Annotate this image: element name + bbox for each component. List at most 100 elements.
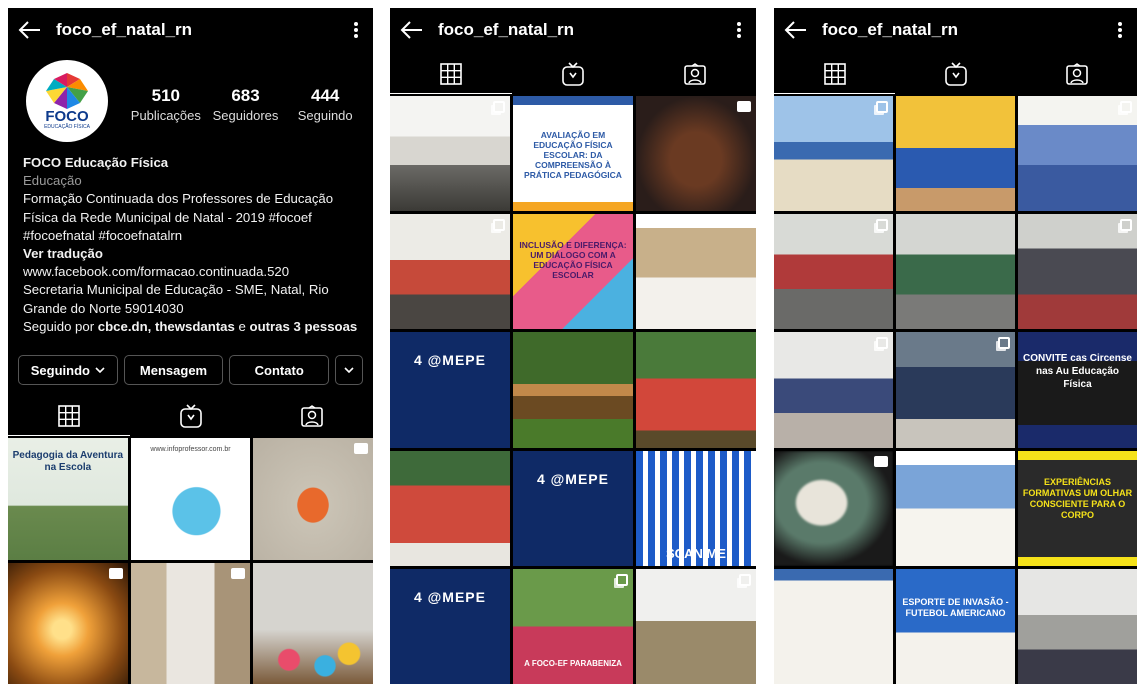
post-image <box>513 332 633 448</box>
post-image <box>1018 214 1137 330</box>
post-thumbnail[interactable] <box>774 568 893 684</box>
post-thumbnail[interactable] <box>1018 568 1137 684</box>
grid-icon <box>58 404 80 427</box>
username-title: foco_ef_natal_rn <box>56 20 193 39</box>
message-button[interactable]: Mensagem <box>123 355 224 385</box>
tab-posts-grid[interactable] <box>8 396 130 436</box>
post-thumbnail[interactable] <box>390 214 510 330</box>
post-image <box>253 562 373 684</box>
post-thumbnail[interactable]: 4 @MEPE <box>390 568 510 684</box>
profile-avatar[interactable]: FOCO EDUCAÇÃO FÍSICA <box>26 60 108 142</box>
back-arrow-icon[interactable] <box>8 20 52 40</box>
profile-tabs <box>8 396 373 436</box>
post-thumbnail[interactable] <box>896 450 1015 566</box>
post-image <box>390 568 510 684</box>
post-thumbnail[interactable] <box>1018 214 1137 330</box>
more-options-icon[interactable] <box>1103 21 1137 39</box>
posts-grid: Pedagogia da Aventura na Escola www.info… <box>8 438 373 684</box>
tab-posts-grid[interactable] <box>390 54 512 94</box>
profile-link[interactable]: www.facebook.com/formacao.continuada.520 <box>23 263 363 281</box>
more-options-icon[interactable] <box>722 21 756 39</box>
suggestions-toggle-button[interactable] <box>335 355 363 385</box>
post-thumbnail[interactable] <box>253 562 373 684</box>
post-thumbnail[interactable]: CONVITE cas Circense nas Au Educação Fís… <box>1018 332 1137 448</box>
post-image <box>390 332 510 448</box>
post-thumbnail[interactable]: INCLUSÃO E DIFERENÇA: UM DIÁLOGO COM A E… <box>513 214 633 330</box>
followed-by[interactable]: Seguido por cbce.dn, thewsdantas e outra… <box>23 318 363 336</box>
post-thumbnail[interactable]: A FOCO-EF PARABENIZA <box>513 568 633 684</box>
posts-count[interactable]: 510 Publicações <box>126 86 206 123</box>
back-arrow-icon[interactable] <box>774 20 818 40</box>
post-thumbnail[interactable] <box>636 214 756 330</box>
post-thumbnail[interactable] <box>774 96 893 212</box>
post-thumbnail[interactable] <box>636 568 756 684</box>
address-line[interactable]: Grande do Norte 59014030 <box>23 300 363 318</box>
post-thumbnail[interactable] <box>636 96 756 212</box>
post-thumbnail[interactable] <box>8 562 128 684</box>
profile-tabs <box>774 54 1137 94</box>
tab-tagged[interactable] <box>251 396 373 436</box>
post-thumbnail[interactable] <box>390 450 510 566</box>
igtv-icon <box>562 62 584 86</box>
see-translation-link[interactable]: Ver tradução <box>23 245 363 263</box>
post-caption: ESPORTE DE INVASÃO - FUTEBOL AMERICANO <box>902 596 1009 618</box>
post-thumbnail[interactable]: ESPORTE DE INVASÃO - FUTEBOL AMERICANO <box>896 568 1015 684</box>
post-thumbnail[interactable] <box>774 450 893 566</box>
post-thumbnail[interactable] <box>636 332 756 448</box>
top-bar: foco_ef_natal_rn <box>8 8 373 52</box>
post-thumbnail[interactable]: www.infoprofessor.com.br <box>130 438 251 560</box>
post-thumbnail[interactable] <box>896 214 1015 330</box>
bio-line: Física da Rede Municipal de Natal - 2019… <box>23 209 312 225</box>
post-thumbnail[interactable]: 4 @MEPE <box>390 332 510 448</box>
posts-count-label: Publicações <box>130 108 201 123</box>
igtv-icon <box>179 404 202 428</box>
post-image <box>896 332 1015 448</box>
post-thumbnail[interactable] <box>390 96 510 212</box>
post-caption: 4 @MEPE <box>413 588 486 605</box>
post-image <box>636 214 756 330</box>
tagged-user-icon <box>684 63 706 85</box>
chevron-down-icon <box>344 367 354 373</box>
followers-count[interactable]: 683 Seguidores <box>206 86 286 123</box>
post-caption: EXPERIÊNCIAS FORMATIVAS UM OLHAR CONSCIE… <box>1022 476 1133 520</box>
profile-grid-screen: foco_ef_natal_rn AVALIAÇÃO EM EDUCAÇÃO F… <box>390 8 756 684</box>
username-title: foco_ef_natal_rn <box>438 20 575 39</box>
post-image <box>774 214 893 330</box>
tab-igtv[interactable] <box>130 396 252 436</box>
post-image <box>130 438 251 560</box>
post-thumbnail[interactable]: AVALIAÇÃO EM EDUCAÇÃO FÍSICA ESCOLAR: DA… <box>513 96 633 212</box>
tab-igtv[interactable] <box>895 54 1016 94</box>
post-caption: 4 @MEPE <box>413 352 486 369</box>
post-thumbnail[interactable] <box>130 562 251 684</box>
post-thumbnail[interactable] <box>513 332 633 448</box>
back-arrow-icon[interactable] <box>390 20 434 40</box>
contact-button[interactable]: Contato <box>229 355 330 385</box>
post-thumbnail[interactable] <box>896 96 1015 212</box>
posts-count-value: 510 <box>151 86 181 105</box>
post-thumbnail[interactable] <box>774 332 893 448</box>
post-thumbnail[interactable]: 4 @MEPE <box>513 450 633 566</box>
top-bar: foco_ef_natal_rn <box>774 8 1137 52</box>
profile-screen: foco_ef_natal_rn FOCO EDUCAÇÃO FÍSICA 51… <box>8 8 373 684</box>
following-count[interactable]: 444 Seguindo <box>285 86 365 123</box>
post-thumbnail[interactable]: SCAN ME <box>636 450 756 566</box>
tagged-user-icon <box>1065 63 1088 85</box>
carousel-badge-icon <box>616 573 628 586</box>
post-thumbnail[interactable]: EXPERIÊNCIAS FORMATIVAS UM OLHAR CONSCIE… <box>1018 450 1137 566</box>
address-line[interactable]: Secretaria Municipal de Educação - SME, … <box>23 281 363 299</box>
following-button[interactable]: Seguindo <box>18 355 118 385</box>
bio-line[interactable]: #focoefnatal #focoefnatalrn <box>23 227 363 245</box>
tab-tagged[interactable] <box>1016 54 1137 94</box>
post-thumbnail[interactable] <box>896 332 1015 448</box>
followers-count-value: 683 <box>231 86 260 105</box>
tab-tagged[interactable] <box>634 54 756 94</box>
post-thumbnail[interactable] <box>1018 96 1137 212</box>
post-thumbnail[interactable] <box>253 438 373 560</box>
more-options-icon[interactable] <box>339 21 373 39</box>
post-image <box>636 568 756 684</box>
tab-posts-grid[interactable] <box>774 54 895 94</box>
post-thumbnail[interactable]: Pedagogia da Aventura na Escola <box>8 438 128 560</box>
post-image <box>896 450 1015 566</box>
tab-igtv[interactable] <box>512 54 634 94</box>
post-thumbnail[interactable] <box>774 214 893 330</box>
